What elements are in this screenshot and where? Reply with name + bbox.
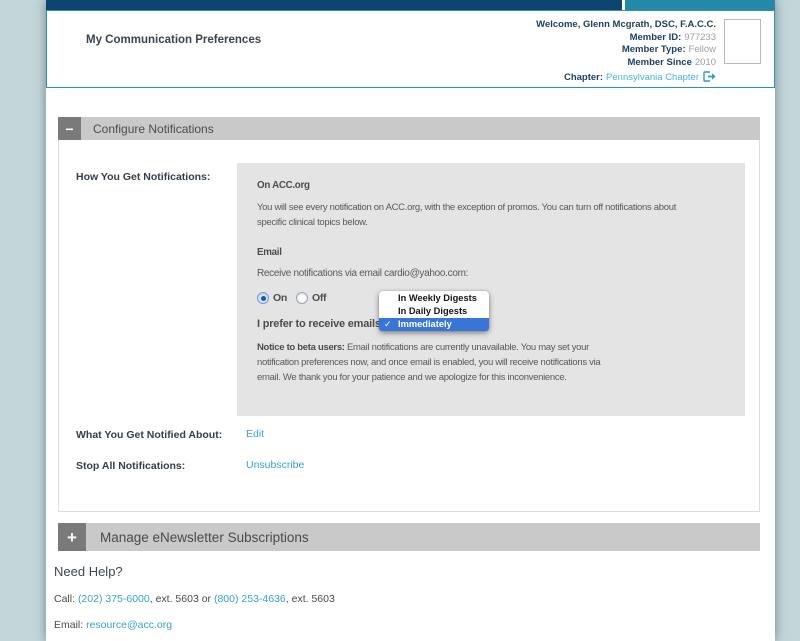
- radio-off-label: Off: [312, 292, 326, 304]
- member-photo-placeholder: [724, 19, 761, 64]
- member-type-value: Fellow: [689, 44, 716, 55]
- call-mid: , ext. 5603 or: [150, 593, 214, 605]
- menu-item-immediately-label: Immediately: [398, 319, 452, 329]
- help-section: Need Help? Call: (202) 375-6000, ext. 56…: [54, 564, 335, 631]
- top-nav: [46, 0, 775, 10]
- on-acc-description: You will see every notification on ACC.o…: [257, 200, 725, 230]
- page: My Communication Preferences Welcome, Gl…: [0, 0, 800, 641]
- chapter-line: Chapter:Pennsylvania Chapter: [536, 71, 716, 85]
- menu-item-weekly-digests[interactable]: In Weekly Digests: [379, 292, 489, 305]
- chapter-link[interactable]: Pennsylvania Chapter: [606, 72, 699, 83]
- collapse-button[interactable]: −: [58, 117, 81, 140]
- member-id-label: Member ID:: [630, 32, 682, 43]
- radio-off[interactable]: [296, 292, 308, 304]
- chapter-label: Chapter:: [564, 72, 603, 83]
- beta-notice-line: Notice to beta users: Email notification…: [257, 340, 725, 355]
- on-acc-description-line: specific clinical topics below.: [257, 215, 725, 230]
- menu-item-immediately[interactable]: ✓ Immediately: [379, 318, 489, 331]
- menu-item-daily-digests[interactable]: In Daily Digests: [379, 305, 489, 318]
- beta-notice-line: email. We thank you for your patience an…: [257, 370, 725, 385]
- member-type-label: Member Type:: [622, 44, 686, 55]
- member-header: My Communication Preferences Welcome, Gl…: [46, 10, 775, 88]
- welcome-line: Welcome, Glenn Mcgrath, DSC, F.A.C.C.: [536, 19, 716, 32]
- manage-section-title: Manage eNewsletter Subscriptions: [100, 530, 309, 545]
- plus-icon: +: [67, 529, 77, 546]
- minus-icon: −: [65, 122, 73, 136]
- content-card: My Communication Preferences Welcome, Gl…: [46, 0, 775, 641]
- top-nav-bar: [46, 0, 622, 10]
- frequency-dropdown-menu: In Weekly Digests In Daily Digests ✓ Imme…: [379, 291, 489, 331]
- chapter-exit-icon[interactable]: [703, 71, 716, 82]
- receive-notifications-text: Receive notifications via email cardio@y…: [257, 268, 725, 279]
- manage-section-bar: + Manage eNewsletter Subscriptions: [58, 523, 760, 551]
- email-toggle-group: On Off: [257, 292, 725, 304]
- member-since-line: Member Since 2010: [536, 57, 716, 70]
- email-prefix: Email:: [54, 619, 86, 631]
- member-id-value: 977233: [684, 32, 716, 43]
- member-since-label: Member Since: [627, 57, 691, 68]
- need-help-title: Need Help?: [54, 564, 335, 579]
- radio-on-label: On: [273, 292, 287, 304]
- call-suffix: , ext. 5603: [286, 593, 335, 605]
- member-id-line: Member ID:977233: [536, 32, 716, 45]
- notified-about-label: What You Get Notified About:: [76, 429, 222, 441]
- beta-notice-line: notification preferences now, and once e…: [257, 355, 725, 370]
- notified-about-row: What You Get Notified About: Edit: [76, 429, 222, 441]
- phone-link-2[interactable]: (800) 253-4636: [214, 593, 286, 605]
- stop-notifications-row: Stop All Notifications: Unsubscribe: [76, 460, 185, 472]
- prefer-emails-label: I prefer to receive emails: [257, 318, 725, 330]
- top-nav-active-tab[interactable]: [625, 0, 775, 10]
- stop-notifications-label: Stop All Notifications:: [76, 460, 185, 472]
- beta-notice-bold: Notice to beta users:: [257, 342, 345, 353]
- beta-notice: Notice to beta users: Email notification…: [257, 340, 725, 385]
- member-type-line: Member Type:Fellow: [536, 44, 716, 57]
- on-acc-title: On ACC.org: [257, 180, 725, 191]
- how-you-get-label: How You Get Notifications:: [76, 171, 210, 183]
- configure-section-bar: − Configure Notifications: [58, 117, 760, 140]
- beta-notice-rest: Email notifications are currently unavai…: [345, 342, 589, 353]
- edit-link[interactable]: Edit: [246, 428, 264, 440]
- member-info: Welcome, Glenn Mcgrath, DSC, F.A.C.C. Me…: [536, 19, 716, 85]
- radio-on[interactable]: [257, 292, 269, 304]
- expand-button[interactable]: +: [58, 523, 86, 551]
- configure-panel: How You Get Notifications: On ACC.org Yo…: [58, 140, 760, 512]
- checkmark-icon: ✓: [384, 318, 392, 331]
- member-since-value: 2010: [695, 57, 716, 68]
- on-acc-description-line: You will see every notification on ACC.o…: [257, 200, 725, 215]
- welcome-text: Welcome, Glenn Mcgrath, DSC, F.A.C.C.: [536, 19, 716, 30]
- call-line: Call: (202) 375-6000, ext. 5603 or (800)…: [54, 593, 335, 605]
- email-line: Email: resource@acc.org: [54, 619, 335, 631]
- help-email-link[interactable]: resource@acc.org: [86, 619, 172, 631]
- configure-section-title: Configure Notifications: [93, 122, 214, 136]
- unsubscribe-link[interactable]: Unsubscribe: [246, 459, 304, 471]
- page-title: My Communication Preferences: [86, 34, 261, 46]
- email-title: Email: [257, 247, 725, 258]
- call-prefix: Call:: [54, 593, 78, 605]
- notification-settings-box: On ACC.org You will see every notificati…: [237, 163, 745, 416]
- phone-link-1[interactable]: (202) 375-6000: [78, 593, 150, 605]
